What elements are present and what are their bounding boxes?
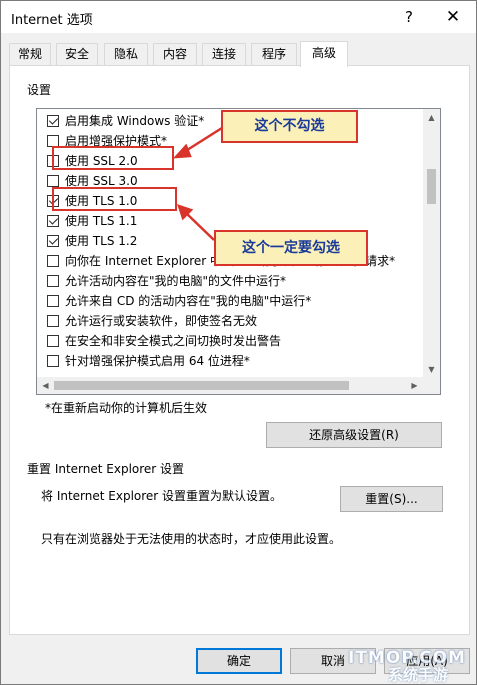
reset-note: 只有在浏览器处于无法使用的状态时，才应使用此设置。 xyxy=(41,532,342,546)
vertical-scrollbar[interactable]: ▲ ▼ xyxy=(423,109,440,378)
callout-must-check: 这个一定要勾选 xyxy=(214,230,368,266)
watermark-brand: 系统手游 xyxy=(388,666,449,684)
reset-description: 将 Internet Explorer 设置重置为默认设置。 xyxy=(41,489,283,503)
scroll-up-icon[interactable]: ▲ xyxy=(423,109,440,126)
checkbox[interactable] xyxy=(47,175,59,187)
setting-invalid-signature[interactable]: 允许运行或安装软件，即使签名无效 xyxy=(47,311,257,331)
reset-group-label: 重置 Internet Explorer 设置 xyxy=(27,462,185,476)
setting-active-content-my-computer[interactable]: 允许活动内容在"我的电脑"的文件中运行* xyxy=(47,271,286,291)
reset-button[interactable]: 重置(S)... xyxy=(340,486,443,512)
checkbox[interactable] xyxy=(47,355,59,367)
internet-options-dialog: Internet 选项 ? ✕ 常规 安全 隐私 内容 连接 程序 高级 设置 … xyxy=(0,0,477,685)
checkbox[interactable] xyxy=(47,315,59,327)
scroll-left-icon[interactable]: ◀ xyxy=(37,377,54,394)
setting-tls-1-2[interactable]: 使用 TLS 1.2 xyxy=(47,231,137,251)
ok-button[interactable]: 确定 xyxy=(196,648,282,674)
checkbox[interactable] xyxy=(47,335,59,347)
title-bar: Internet 选项 ? ✕ xyxy=(1,1,476,33)
tab-programs[interactable]: 程序 xyxy=(251,43,297,65)
scroll-right-icon[interactable]: ▶ xyxy=(406,377,423,394)
tab-advanced[interactable]: 高级 xyxy=(300,41,348,67)
setting-secure-mode-warning[interactable]: 在安全和非安全模式之间切换时发出警告 xyxy=(47,331,281,351)
checkbox[interactable] xyxy=(47,115,59,127)
settings-group-label: 设置 xyxy=(27,83,52,97)
tab-connections[interactable]: 连接 xyxy=(202,43,246,65)
vertical-scroll-thumb[interactable] xyxy=(427,169,436,204)
callout-do-not-check: 这个不勾选 xyxy=(221,110,358,143)
restart-note: *在重新启动你的计算机后生效 xyxy=(45,401,208,415)
tab-content[interactable]: 内容 xyxy=(153,43,197,65)
scrollbar-corner xyxy=(423,377,440,394)
checkbox[interactable] xyxy=(47,275,59,287)
help-button[interactable]: ? xyxy=(397,5,421,29)
ssl-2-highlight-box xyxy=(52,146,174,170)
checkbox[interactable] xyxy=(47,295,59,307)
checkbox[interactable] xyxy=(47,215,59,227)
tab-security[interactable]: 安全 xyxy=(56,43,98,65)
tab-general[interactable]: 常规 xyxy=(9,43,51,65)
close-button[interactable]: ✕ xyxy=(441,5,465,29)
scroll-down-icon[interactable]: ▼ xyxy=(423,361,440,378)
horizontal-scroll-thumb[interactable] xyxy=(54,381,349,390)
horizontal-scrollbar[interactable]: ◀ ▶ xyxy=(37,377,423,394)
setting-integrated-windows-auth[interactable]: 启用集成 Windows 验证* xyxy=(47,111,204,131)
setting-64bit-processes[interactable]: 针对增强保护模式启用 64 位进程* xyxy=(47,351,250,371)
setting-tls-1-1[interactable]: 使用 TLS 1.1 xyxy=(47,211,137,231)
checkbox[interactable] xyxy=(47,235,59,247)
tab-privacy[interactable]: 隐私 xyxy=(104,43,148,65)
window-title: Internet 选项 xyxy=(11,13,93,28)
checkbox[interactable] xyxy=(47,255,59,267)
tls-1-0-highlight-box xyxy=(52,187,177,211)
setting-active-content-cd[interactable]: 允许来自 CD 的活动内容在"我的电脑"中运行* xyxy=(47,291,311,311)
restore-advanced-settings-button[interactable]: 还原高级设置(R) xyxy=(266,422,442,448)
